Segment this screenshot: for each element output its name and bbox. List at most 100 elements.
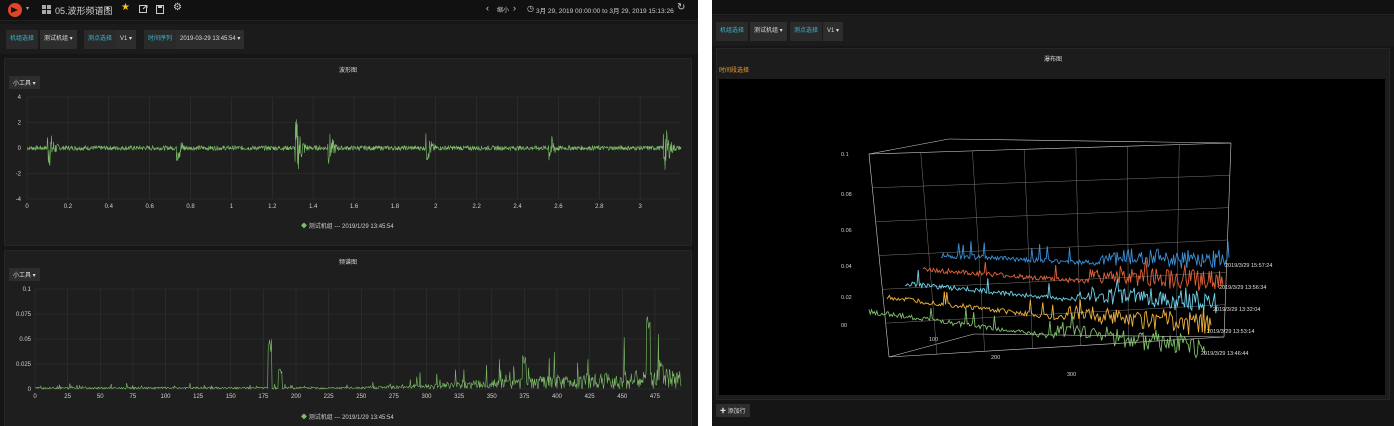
waterfall-title: 瀑布图 — [1043, 57, 1062, 63]
waterfall-series-line — [868, 308, 1206, 359]
zoom-out-button[interactable]: 缩小 — [497, 5, 509, 14]
top-navbar: ▾ 05.波形频谱图 ▾ ★ ⚙ ‹ 缩小 › ◷ 3月 29, 2019 00… — [0, 0, 698, 21]
wave-y-tick: 0 — [18, 146, 22, 152]
wave-x-tick: 2.4 — [513, 204, 522, 210]
spec-x-tick: 250 — [356, 394, 367, 400]
waterfall-chart[interactable]: 0.1 0.08 0.06 0.04 0.02 00 100 200 300 2019/3/29 … — [719, 79, 1385, 395]
waterfall-z-tick: 00 — [841, 323, 847, 329]
waterfall-series-line — [940, 241, 1230, 269]
wave-x-tick: 0.2 — [64, 204, 73, 210]
waterfall-x-tick: 300 — [1067, 372, 1076, 378]
waterfall-gridline — [1127, 146, 1129, 343]
point-select-label: 测点选择 — [790, 22, 823, 41]
grafana-dashboard-left: ▾ 05.波形频谱图 ▾ ★ ⚙ ‹ 缩小 › ◷ 3月 29, 2019 00… — [0, 0, 698, 426]
waveform-legend[interactable]: ◆ 测试机组 --- 2019/1/29 13:45:54 — [301, 221, 394, 230]
add-row-button[interactable]: ✚ 添加行 — [716, 404, 750, 417]
star-icon[interactable]: ★ — [121, 2, 130, 13]
grafana-dashboard-right: 机组选择 测试机组 ▾ 测点选择 V1 ▾ 瀑布图 时间段选择 0.1 0.08 0… — [712, 0, 1394, 426]
refresh-icon[interactable]: ↻ — [677, 2, 685, 13]
waterfall-axis-line — [973, 333, 1225, 338]
machine-select-label: 机组选择 — [716, 22, 749, 41]
share-icon[interactable] — [139, 5, 148, 14]
waterfall-gridline — [875, 207, 1229, 222]
spec-x-tick: 25 — [64, 394, 71, 400]
waterfall-series-label: 2019/3/29 13:32:04 — [1213, 307, 1260, 313]
waterfall-z-tick: 0.04 — [841, 264, 852, 270]
spec-x-tick: 150 — [226, 394, 237, 400]
spec-x-tick: 125 — [193, 394, 204, 400]
spec-y-tick: 0.1 — [23, 287, 32, 293]
wave-x-tick: 1 — [230, 204, 234, 210]
save-icon[interactable] — [156, 5, 165, 14]
title-caret-icon[interactable]: ▾ — [106, 5, 109, 12]
machine-select-value: 测试机组 — [44, 36, 69, 42]
wave-x-tick: 2.6 — [554, 204, 563, 210]
waterfall-gridline — [872, 175, 1230, 189]
waterfall-z-tick: 0.1 — [841, 152, 849, 158]
machine-select-dropdown[interactable]: 测试机组 ▾ — [750, 22, 787, 41]
spectrum-legend[interactable]: ◆ 测试机组 --- 2019/1/29 13:45:54 — [301, 412, 394, 421]
wave-x-tick: 1.8 — [391, 204, 400, 210]
dashboard-grid-icon — [42, 5, 51, 14]
wave-x-tick: 0.8 — [186, 204, 195, 210]
time-range-select-link[interactable]: 时间段选择 — [719, 65, 749, 74]
wave-x-tick: 1.4 — [309, 204, 318, 210]
spectrum-chart[interactable]: 0.1 0.075 0.05 0.025 00 25 50 75 100 125 150 175 200… — [5, 285, 691, 411]
top-navbar-cropped — [712, 0, 1394, 15]
waterfall-z-tick: 0.08 — [841, 192, 852, 198]
time-series-label: 时间序列 — [144, 30, 177, 49]
time-series-dropdown[interactable]: 2019-03-29 13:45:54 ▾ — [176, 30, 245, 49]
logo-caret-icon[interactable]: ▾ — [26, 5, 29, 12]
point-select-dropdown[interactable]: V1 ▾ — [116, 30, 137, 49]
legend-marker-icon: ◆ — [301, 415, 308, 421]
spectrum-tool-button[interactable]: 小工具 ▾ — [9, 268, 40, 281]
time-range-picker[interactable]: 3月 29, 2019 00:00:00 to 3月 29, 2019 15:1… — [536, 5, 674, 15]
spec-x-tick: 75 — [130, 394, 137, 400]
waterfall-panel: 瀑布图 时间段选择 0.1 0.08 0.06 0.04 0.02 00 100 200 300… — [716, 48, 1390, 400]
waterfall-gridline — [885, 304, 1226, 324]
waveform-legend-text: 测试机组 --- 2019/1/29 13:45:54 — [308, 224, 394, 230]
spectrum-series-line — [34, 316, 682, 391]
spec-x-tick: 300 — [422, 394, 433, 400]
spec-x-tick: 100 — [160, 394, 171, 400]
waterfall-gridline — [920, 152, 938, 355]
waterfall-x-tick: 100 — [929, 337, 938, 343]
waveform-tool-button[interactable]: 小工具 ▾ — [9, 76, 40, 89]
waterfall-axis-line — [868, 142, 1232, 155]
spec-x-tick: 400 — [552, 394, 563, 400]
wave-y-tick: 2 — [18, 121, 22, 127]
wave-x-tick: 3 — [638, 204, 642, 210]
wave-x-tick: 0.4 — [105, 204, 114, 210]
template-variables-bar: 机组选择 测试机组 ▾ 测点选择 V1 ▾ 时间序列 2019-03-29 13… — [0, 24, 698, 54]
spec-y-tick: 0.025 — [16, 362, 32, 368]
spec-x-tick: 375 — [519, 394, 530, 400]
time-forward-icon[interactable]: › — [513, 3, 516, 13]
gear-icon[interactable]: ⚙ — [173, 2, 182, 13]
dashboard-title[interactable]: 05.波形频谱图 — [55, 4, 113, 17]
wave-x-tick: 1.2 — [268, 204, 277, 210]
wave-y-tick: 4 — [18, 95, 22, 101]
waterfall-z-tick: 0.02 — [841, 295, 852, 301]
template-variables-bar: 机组选择 测试机组 ▾ 测点选择 V1 ▾ — [712, 16, 1394, 46]
spectrum-legend-text: 测试机组 --- 2019/1/29 13:45:54 — [308, 415, 394, 421]
grafana-logo-icon[interactable] — [6, 2, 24, 18]
point-select-label: 测点选择 — [84, 30, 117, 49]
spectrum-title: 频谱图 — [338, 260, 357, 266]
time-back-icon[interactable]: ‹ — [486, 3, 489, 13]
wave-x-tick: 0.6 — [145, 204, 154, 210]
spectrum-panel: 频谱图 小工具 ▾ 0.1 0.075 0.05 0.025 0 0 25 50 75 100 12… — [4, 250, 692, 426]
spec-x-tick: 225 — [324, 394, 335, 400]
point-select-dropdown[interactable]: V1 ▾ — [823, 22, 844, 41]
machine-select-dropdown[interactable]: 测试机组 ▾ — [40, 30, 77, 49]
waterfall-x-tick: 200 — [991, 355, 1000, 361]
waterfall-series-label: 2019/3/29 13:53:14 — [1207, 329, 1254, 335]
wave-x-tick: 2.8 — [595, 204, 604, 210]
wave-y-tick: -4 — [16, 197, 22, 203]
machine-select-label: 机组选择 — [6, 30, 39, 49]
add-row-label: 添加行 — [727, 409, 746, 415]
spec-y-tick: 0 — [28, 387, 32, 393]
waveform-chart[interactable]: 420-2-40 0.2 0.4 0.6 0.8 1 1.2 1.4 1.6 1.8 2 2.2 2.4… — [5, 91, 691, 241]
spec-x-tick: 425 — [585, 394, 596, 400]
waveform-panel: 波形图 小工具 ▾ 4 2 0 -2 -4 0 0.2 0.4 0.6 0.8 1 1.2 1.4 1.6… — [4, 58, 692, 246]
spec-x-tick: 275 — [389, 394, 400, 400]
